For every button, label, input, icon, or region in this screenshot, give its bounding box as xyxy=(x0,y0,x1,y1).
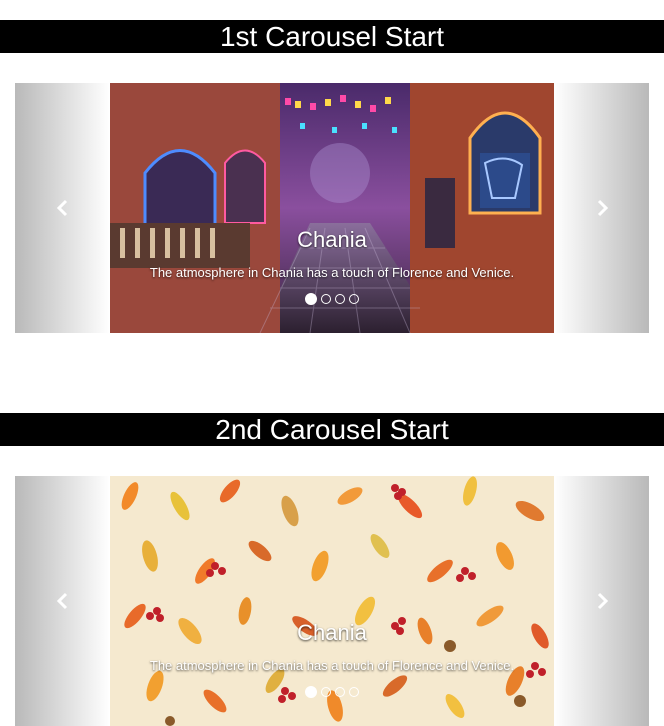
carousel-2-next-button[interactable] xyxy=(554,476,649,726)
carousel-1-prev-button[interactable] xyxy=(15,83,110,333)
indicator-3[interactable] xyxy=(335,687,345,697)
carousel-1-slide: Chania The atmosphere in Chania has a to… xyxy=(110,83,554,333)
carousel-1-header: 1st Carousel Start xyxy=(0,20,664,53)
indicator-4[interactable] xyxy=(349,687,359,697)
indicator-4[interactable] xyxy=(349,294,359,304)
indicator-3[interactable] xyxy=(335,294,345,304)
slide-title: Chania xyxy=(297,227,367,252)
indicator-2[interactable] xyxy=(321,294,331,304)
chevron-right-icon xyxy=(597,592,608,610)
slide-title: Chania xyxy=(297,620,367,645)
carousel-2-slide: Chania The atmosphere in Chania has a to… xyxy=(110,476,554,726)
carousel-1: Chania The atmosphere in Chania has a to… xyxy=(15,83,649,333)
carousel-2-header: 2nd Carousel Start xyxy=(0,413,664,446)
chevron-right-icon xyxy=(597,199,608,217)
carousel-1-next-button[interactable] xyxy=(554,83,649,333)
slide-caption: The atmosphere in Chania has a touch of … xyxy=(149,658,515,673)
chevron-left-icon xyxy=(56,199,67,217)
indicator-2[interactable] xyxy=(321,687,331,697)
carousel-2: Chania The atmosphere in Chania has a to… xyxy=(15,476,649,726)
slide-caption: The atmosphere in Chania has a touch of … xyxy=(149,265,515,280)
carousel-2-prev-button[interactable] xyxy=(15,476,110,726)
chevron-left-icon xyxy=(56,592,67,610)
carousel-1-indicators xyxy=(110,293,554,305)
indicator-1[interactable] xyxy=(305,293,317,305)
indicator-1[interactable] xyxy=(305,686,317,698)
carousel-2-indicators xyxy=(110,686,554,698)
